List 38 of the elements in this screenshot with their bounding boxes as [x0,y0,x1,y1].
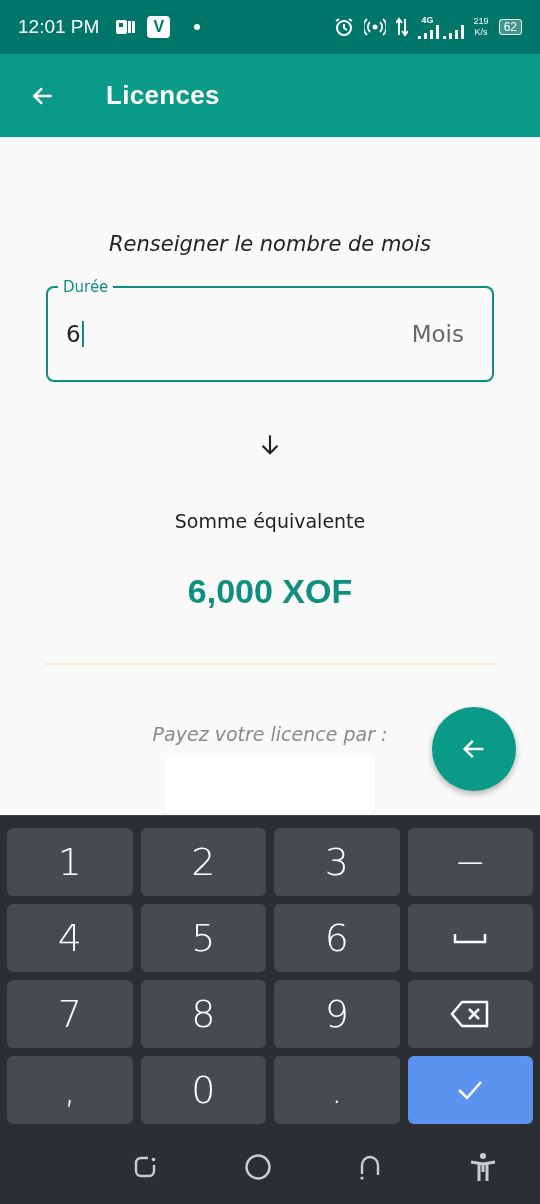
amount-text: 6,000 XOF [187,572,353,611]
keyboard-key[interactable]: 4 [7,904,133,972]
status-time: 12:01 PM [18,16,100,38]
hotspot-icon [363,18,386,36]
backspace-icon [450,1000,491,1028]
keyboard-key[interactable]: 6 [274,904,400,972]
dot-icon [194,24,201,30]
payment-prompt: Payez votre licence par : [152,723,388,745]
duration-field[interactable]: Durée 6 Mois [46,278,494,383]
keyboard-key[interactable]: 9 [274,980,400,1048]
speed-unit: K/s [474,27,488,38]
page-title: Licences [106,80,220,111]
accessibility-icon[interactable] [469,1152,498,1182]
keyboard-key[interactable]: 5 [140,904,266,972]
keyboard-key[interactable]: 7 [7,980,133,1048]
speed-value: 219 [473,16,489,27]
result-label: Somme équivalente [174,510,366,532]
backspace-key[interactable] [407,980,533,1048]
app-icon [115,18,138,36]
keyboard-key[interactable]: 3 [274,828,400,896]
alarm-icon [333,17,354,37]
keyboard-key[interactable]: 2 [140,828,266,896]
home-icon[interactable] [244,1153,273,1181]
keyboard-key[interactable]: 1 [7,828,133,896]
check-icon [456,1079,485,1101]
network-type: 4G [421,15,434,25]
app-badge: V [147,16,171,38]
signal-icon [417,24,464,39]
keyboard-key[interactable]: − [407,828,533,896]
keyboard-key[interactable]: 8 [140,980,266,1048]
keyboard-key[interactable]: 0 [140,1056,266,1124]
back-fab[interactable] [432,707,516,791]
space-icon [453,932,488,944]
duration-prompt: Renseigner le nombre de mois [109,232,431,256]
data-arrows-icon [395,17,408,37]
keyboard-key[interactable]: . [274,1056,400,1124]
battery-level: 62 [498,19,522,35]
keyboard-key[interactable]: , [7,1056,133,1124]
